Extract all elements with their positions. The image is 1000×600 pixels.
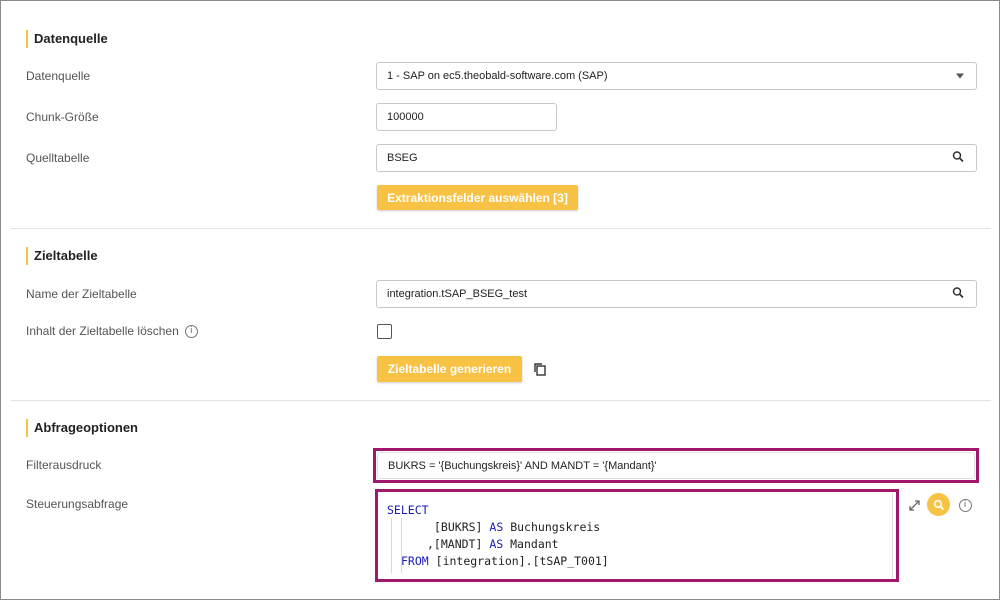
control-query-editor[interactable]: SELECT [BUKRS] AS Buchungskreis ,[MANDT]… xyxy=(379,493,893,578)
select-extraction-fields-button[interactable]: Extraktionsfelder auswählen [3] xyxy=(377,185,578,210)
section-title-zieltabelle: Zieltabelle xyxy=(26,247,98,265)
code-text: Buchungskreis xyxy=(510,520,601,534)
copy-icon[interactable] xyxy=(532,361,548,377)
source-table-input[interactable]: BSEG xyxy=(376,144,977,172)
generate-target-table-button[interactable]: Zieltabelle generieren xyxy=(377,356,522,382)
filter-expression-value: BUKRS = '{Buchungskreis}' AND MANDT = '{… xyxy=(388,459,657,472)
chunk-size-label: Chunk-Größe xyxy=(26,110,99,124)
code-text: Mandant xyxy=(510,537,559,551)
control-query-label: Steuerungsabfrage xyxy=(26,497,129,511)
code-line-4: FROM [integration].[tSAP_T001] xyxy=(401,553,609,570)
datenquelle-select[interactable]: 1 - SAP on ec5.theobald-software.com (SA… xyxy=(376,62,977,90)
search-icon[interactable] xyxy=(927,493,950,516)
code-keyword: AS xyxy=(489,537,504,551)
info-icon[interactable]: i xyxy=(184,324,198,338)
section-divider xyxy=(11,228,991,229)
search-icon[interactable] xyxy=(952,151,964,166)
target-table-name-label: Name der Zieltabelle xyxy=(26,287,137,301)
content-frame: Datenquelle Datenquelle 1 - SAP on ec5.t… xyxy=(0,0,1000,600)
code-keyword: FROM xyxy=(401,554,429,568)
expand-icon[interactable] xyxy=(906,497,922,513)
code-text: ,[MANDT] xyxy=(427,537,483,551)
clear-target-table-checkbox[interactable] xyxy=(377,324,392,339)
chevron-down-icon xyxy=(956,73,964,79)
chunk-size-value: 100000 xyxy=(387,111,424,123)
clear-target-table-label-text: Inhalt der Zieltabelle löschen xyxy=(26,324,179,338)
code-text: [integration].[tSAP_T001] xyxy=(435,554,609,568)
code-line-2: [BUKRS] AS Buchungskreis xyxy=(434,519,600,536)
section-title-abfrageoptionen: Abfrageoptionen xyxy=(26,419,138,437)
target-table-name-value: integration.tSAP_BSEG_test xyxy=(387,288,528,300)
code-line-3: ,[MANDT] AS Mandant xyxy=(427,536,559,553)
code-keyword: AS xyxy=(489,520,504,534)
filter-expression-label: Filterausdruck xyxy=(26,458,102,472)
chunk-size-input[interactable]: 100000 xyxy=(376,103,557,131)
code-keyword: SELECT xyxy=(387,503,429,517)
source-table-label: Quelltabelle xyxy=(26,151,90,165)
target-table-name-input[interactable]: integration.tSAP_BSEG_test xyxy=(376,280,977,308)
indent-guide xyxy=(391,518,392,573)
code-line-1: SELECT xyxy=(387,502,429,519)
datenquelle-label: Datenquelle xyxy=(26,69,91,83)
filter-expression-input[interactable]: BUKRS = '{Buchungskreis}' AND MANDT = '{… xyxy=(377,452,975,479)
section-title-datenquelle: Datenquelle xyxy=(26,30,108,48)
search-icon[interactable] xyxy=(952,287,964,302)
info-icon[interactable]: i xyxy=(957,497,973,513)
info-icon-glyph: i xyxy=(958,498,972,512)
clear-target-table-label: Inhalt der Zieltabelle löschen i xyxy=(26,323,198,339)
section-divider xyxy=(11,400,991,401)
source-table-value: BSEG xyxy=(387,152,418,164)
code-text: [BUKRS] xyxy=(434,520,483,534)
datenquelle-select-value: 1 - SAP on ec5.theobald-software.com (SA… xyxy=(387,70,608,82)
